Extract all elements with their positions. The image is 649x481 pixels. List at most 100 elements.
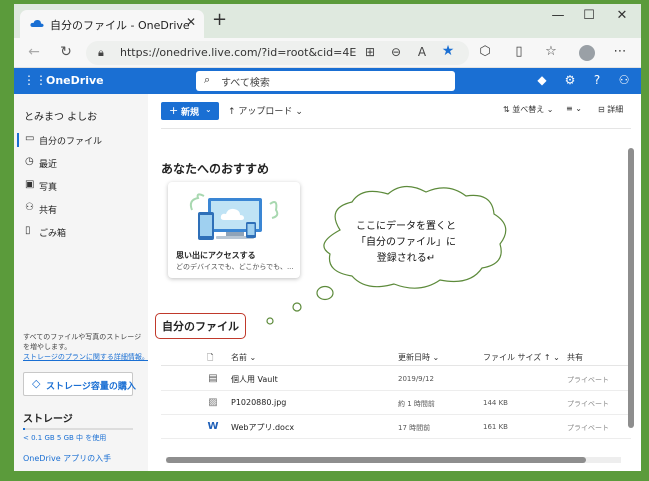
details-label: 詳細 xyxy=(607,105,624,114)
shared-icon: ⚇ xyxy=(25,202,34,213)
user-name: とみまつ よしお xyxy=(24,112,98,123)
diamond-icon: ◇ xyxy=(32,377,41,390)
url-text[interactable]: https://onedrive.live.com/?id=root&cid=4… xyxy=(120,46,356,59)
close-button[interactable]: ✕ xyxy=(610,8,634,23)
card-subtitle: どのデバイスでも、どこからでも、... xyxy=(176,263,294,271)
navigation-bar: ← ↻ 🔒︎ https://onedrive.live.com/?id=roo… xyxy=(14,38,641,68)
help-icon[interactable]: ? xyxy=(589,73,605,87)
sidebar-item-shared[interactable]: ⚇ 共有 xyxy=(17,199,145,219)
file-type-icon[interactable]: 🗋︎ xyxy=(207,352,213,366)
browser-tab[interactable]: 自分のファイル - OneDrive ✕ xyxy=(20,10,204,38)
account-icon[interactable]: ⚇ xyxy=(616,73,632,87)
upload-button[interactable]: ↑ アップロード ⌄ xyxy=(228,104,303,117)
onedrive-logo-icon xyxy=(30,19,44,27)
photo-icon: ▣ xyxy=(25,179,35,190)
list-view-icon: ≡ xyxy=(566,104,573,113)
favorites-icon[interactable]: ☆ xyxy=(542,44,560,59)
sidebar-item-label: ごみ箱 xyxy=(39,229,67,239)
maximize-button[interactable]: ☐ xyxy=(577,8,601,23)
table-row[interactable]: W Webアプリ.docx 17 時間前 161 KB プライベート xyxy=(161,415,631,439)
file-table-header: 🗋︎ 名前 ⌄ 更新日時 ⌄ ファイル サイズ ↑ ⌄ 共有 xyxy=(161,346,631,366)
desktop-frame: 自分のファイル - OneDrive ✕ + — ☐ ✕ ← ↻ 🔒︎ http… xyxy=(0,0,649,481)
file-name[interactable]: P1020880.jpg xyxy=(231,398,286,407)
callout-line-3: 登録される↵ xyxy=(376,253,436,264)
horizontal-scroll-thumb[interactable] xyxy=(166,457,586,463)
chevron-down-icon: ⌄ xyxy=(546,105,554,114)
upload-arrow-icon: ↑ xyxy=(228,107,236,117)
file-name[interactable]: 個人用 Vault xyxy=(231,374,278,385)
vertical-scroll-thumb[interactable] xyxy=(628,148,634,428)
storage-usage-fill xyxy=(23,428,26,430)
read-aloud-icon[interactable]: A xyxy=(414,45,430,59)
new-button[interactable]: + 新規 ⌄ xyxy=(161,102,219,120)
tab-bar: 自分のファイル - OneDrive ✕ + — ☐ ✕ xyxy=(14,4,641,38)
sidebar-item-my-files[interactable]: ▭ 自分のファイル xyxy=(17,130,145,150)
storage-usage-text[interactable]: < 0.1 GB 5 GB 中 を使用 xyxy=(23,433,106,443)
sort-button[interactable]: ⇅ 並べ替え ⌄ xyxy=(503,104,554,115)
details-pane-icon: ⊟ xyxy=(598,105,605,114)
extensions-icon[interactable]: ⬡ xyxy=(476,44,494,59)
file-name[interactable]: Webアプリ.docx xyxy=(231,422,294,433)
split-screen-icon[interactable]: ▯ xyxy=(510,44,528,59)
profile-avatar[interactable] xyxy=(579,45,595,61)
storage-usage-bar xyxy=(23,428,133,430)
sidebar-item-recent[interactable]: ◷ 最近 xyxy=(17,153,145,173)
column-size[interactable]: ファイル サイズ ↑ ⌄ xyxy=(483,352,560,363)
search-placeholder[interactable]: すべて検索 xyxy=(221,74,270,89)
settings-gear-icon[interactable]: ⚙ xyxy=(562,73,578,87)
minimize-button[interactable]: — xyxy=(546,8,570,23)
column-sharing[interactable]: 共有 xyxy=(567,352,583,363)
app-available-icon[interactable]: ⊞ xyxy=(362,45,378,59)
new-button-label: 新規 xyxy=(181,108,200,118)
sidebar-item-photos[interactable]: ▣ 写真 xyxy=(17,176,145,196)
new-tab-button[interactable]: + xyxy=(212,11,227,29)
address-bar[interactable]: 🔒︎ https://onedrive.live.com/?id=root&ci… xyxy=(86,41,469,65)
sidebar-item-label: 最近 xyxy=(39,160,58,170)
tab-title: 自分のファイル - OneDrive xyxy=(50,19,190,32)
column-modified[interactable]: 更新日時 ⌄ xyxy=(398,352,439,363)
details-button[interactable]: ⊟ 詳細 xyxy=(598,104,623,115)
premium-diamond-icon[interactable]: ◆ xyxy=(534,73,550,87)
zoom-icon[interactable]: ⊖ xyxy=(388,45,404,59)
get-apps-link[interactable]: OneDrive アプリの入手 xyxy=(23,453,111,464)
lock-icon[interactable]: 🔒︎ xyxy=(98,46,104,60)
folder-icon: ▭ xyxy=(25,133,35,144)
buy-storage-label: ストレージ容量の購入 xyxy=(46,382,136,392)
trash-icon: ▯ xyxy=(25,225,31,236)
card-title: 思い出にアクセスする xyxy=(176,251,256,260)
column-name[interactable]: 名前 ⌄ xyxy=(231,352,256,363)
file-modified: 2019/9/12 xyxy=(398,375,434,383)
file-size: 144 KB xyxy=(483,399,508,407)
view-options-button[interactable]: ≡ ⌄ xyxy=(566,104,582,113)
app-launcher-icon[interactable]: ⋮⋮ xyxy=(23,73,47,87)
favorite-star-icon[interactable]: ★ xyxy=(440,43,456,59)
file-modified: 17 時間前 xyxy=(398,424,431,432)
storage-plan-link[interactable]: ストレージのプランに関する詳細情報。 xyxy=(23,352,149,362)
chevron-down-icon: ⌄ xyxy=(575,104,582,113)
browser-window: 自分のファイル - OneDrive ✕ + — ☐ ✕ ← ↻ 🔒︎ http… xyxy=(14,4,641,471)
buy-storage-button[interactable]: ◇ ストレージ容量の購入 xyxy=(23,372,136,396)
tab-close-icon[interactable]: ✕ xyxy=(186,15,196,29)
horizontal-scrollbar[interactable] xyxy=(166,457,621,463)
refresh-button[interactable]: ↻ xyxy=(56,44,76,60)
sort-label: 並べ替え xyxy=(512,105,545,114)
file-sharing: プライベート xyxy=(567,376,609,384)
more-menu-icon[interactable]: ⋯ xyxy=(611,44,629,59)
recommendation-card[interactable]: 思い出にアクセスする どのデバイスでも、どこからでも、... xyxy=(168,182,300,278)
vertical-scrollbar[interactable] xyxy=(628,130,634,466)
sidebar-item-label: 自分のファイル xyxy=(39,137,103,147)
callout-line-2: 「自分のファイル」に xyxy=(356,237,456,248)
file-sharing: プライベート xyxy=(567,400,609,408)
storage-promo-text: すべてのファイルや写真のストレージを増やします。 xyxy=(23,333,142,351)
sidebar-item-recycle-bin[interactable]: ▯ ごみ箱 xyxy=(17,222,145,242)
app-title[interactable]: OneDrive xyxy=(46,74,104,87)
sort-icon: ⇅ xyxy=(503,105,510,114)
table-row[interactable]: ▤ 個人用 Vault 2019/9/12 プライベート xyxy=(161,367,631,391)
search-box[interactable]: ⌕ すべて検索 xyxy=(196,71,455,91)
chevron-down-icon: ⌄ xyxy=(295,107,303,117)
table-row[interactable]: ▨ P1020880.jpg 約 1 時間前 144 KB プライベート xyxy=(161,391,631,415)
sidebar-item-label: 共有 xyxy=(39,206,58,216)
back-button[interactable]: ← xyxy=(24,44,44,60)
upload-label: アップロード xyxy=(238,107,293,117)
callout-text: ここにデータを置くと 「自分のファイル」に 登録される↵ xyxy=(336,219,476,267)
